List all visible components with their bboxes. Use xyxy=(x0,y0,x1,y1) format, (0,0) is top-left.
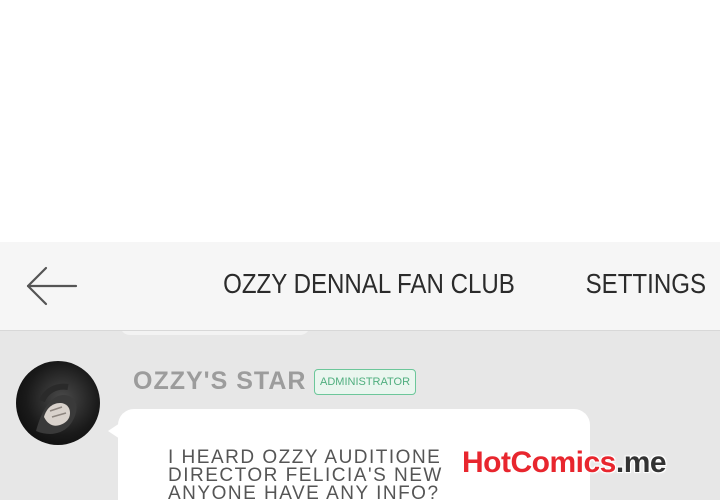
app-header: OZZY DENNAL FAN CLUB SETTINGS xyxy=(0,242,720,331)
avatar[interactable] xyxy=(16,361,100,445)
top-blank-panel xyxy=(0,0,720,242)
arrow-left-icon xyxy=(22,264,82,308)
back-button[interactable] xyxy=(22,264,82,308)
watermark-tld: .me xyxy=(615,446,667,479)
page-title: OZZY DENNAL FAN CLUB xyxy=(223,268,515,299)
message-line: ANYONE HAVE ANY INFO? xyxy=(168,483,440,500)
bubble-tail xyxy=(108,423,120,439)
watermark-main: HotComics xyxy=(462,446,616,479)
settings-button[interactable]: SETTINGS xyxy=(586,268,706,300)
post-username: OZZY'S STAR xyxy=(133,367,307,395)
previous-message-bubble xyxy=(120,331,310,335)
administrator-badge: ADMINISTRATOR xyxy=(314,369,417,395)
avatar-hands-image xyxy=(36,383,77,434)
watermark-logo: HotComics.me xyxy=(462,446,667,480)
message-text: I HEARD OZZY AUDITIONE DIRECTOR FELICIA'… xyxy=(168,449,488,500)
